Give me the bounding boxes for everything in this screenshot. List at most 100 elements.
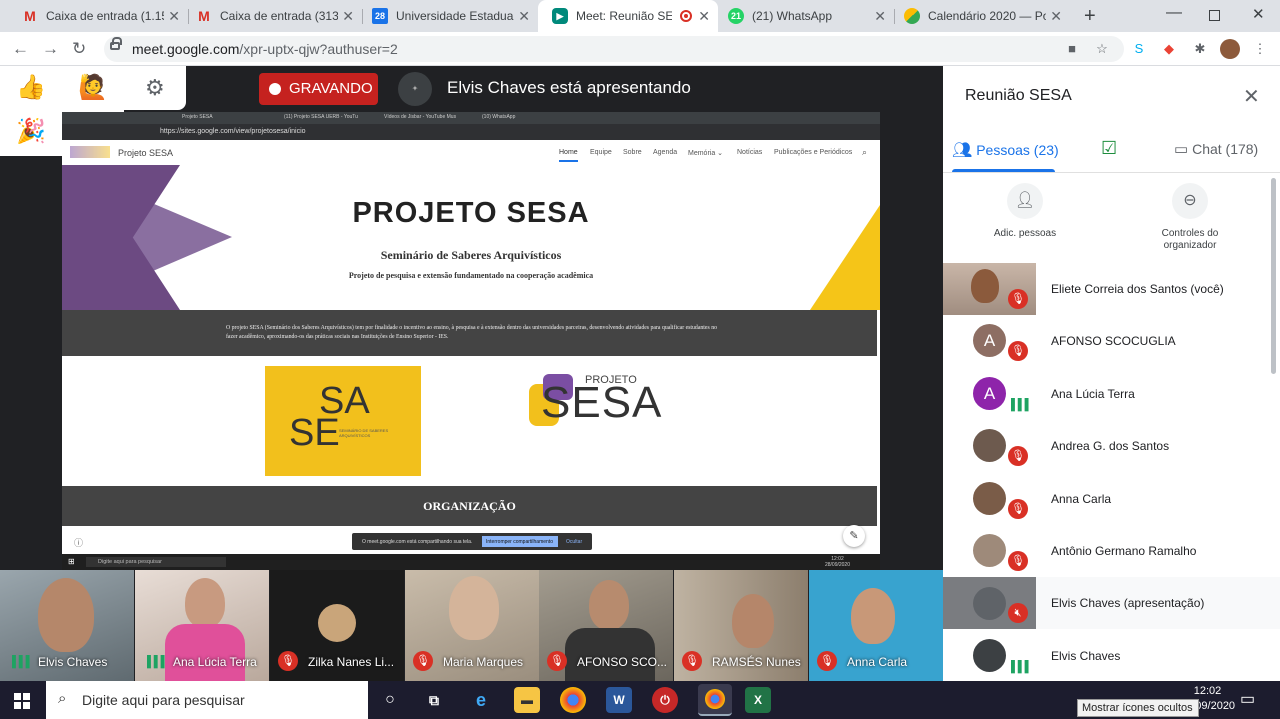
shared-windows-icon: ⊞ bbox=[68, 557, 75, 566]
avatar: A bbox=[973, 377, 1006, 410]
tile-name: Maria Marques bbox=[443, 655, 524, 669]
participant-row[interactable]: 🔇︎ Elvis Chaves (apresentação) bbox=[943, 577, 1280, 629]
sesa-logo-project: PROJETO SESA bbox=[527, 370, 667, 430]
logo-text-se: SE bbox=[289, 412, 340, 454]
raise-hand-reaction[interactable]: 🙋 bbox=[78, 74, 108, 102]
file-explorer-icon[interactable]: ▬ bbox=[514, 687, 540, 713]
edge-icon[interactable]: e bbox=[468, 687, 494, 713]
participant-row[interactable]: A ▌▌▌ Ana Lúcia Terra bbox=[943, 368, 1280, 420]
close-tab-icon[interactable]: ✕ bbox=[518, 8, 530, 25]
party-popper-reaction[interactable]: 🎉 bbox=[16, 118, 46, 146]
profile-avatar[interactable] bbox=[1220, 39, 1240, 59]
video-tile[interactable]: ▌▌▌ Ana Lúcia Terra bbox=[135, 570, 269, 681]
close-tab-icon[interactable]: ✕ bbox=[698, 8, 710, 25]
tab-whatsapp[interactable]: 21 (21) WhatsApp ✕ bbox=[714, 0, 894, 32]
chat-icon: ▭ bbox=[1174, 141, 1189, 158]
video-tile[interactable]: 🎙︎ Zilka Nanes Li... bbox=[270, 570, 404, 681]
activities-checkbox-icon[interactable]: ☑ bbox=[1101, 138, 1117, 159]
word-icon[interactable]: W bbox=[606, 687, 632, 713]
site-nav-publicacoes: Publicações e Periódicos bbox=[774, 149, 853, 156]
shared-browser-tabs: Projeto SESA (11) Projeto SESA UERB - Yo… bbox=[62, 112, 880, 124]
taskbar-search[interactable]: ⌕ Digite aqui para pesquisar bbox=[46, 681, 368, 719]
video-tile[interactable]: ▌▌▌ Elvis Chaves bbox=[0, 570, 134, 681]
tooltip: Mostrar ícones ocultos bbox=[1077, 699, 1199, 717]
close-tab-icon[interactable]: ✕ bbox=[1050, 8, 1062, 25]
host-controls-icon[interactable]: ⊖ bbox=[1172, 183, 1208, 219]
menu-dots-icon[interactable]: ⋮ bbox=[1252, 41, 1268, 57]
tab-calendar[interactable]: Calendário 2020 — Port ✕ bbox=[890, 0, 1070, 32]
tab-gmail-1[interactable]: M Caixa de entrada (1.155) ✕ bbox=[8, 0, 188, 32]
tab-people[interactable]: 👥︎ Pessoas (23) bbox=[952, 140, 1059, 160]
close-panel-icon[interactable]: ✕ bbox=[1243, 84, 1260, 109]
maximize-button[interactable] bbox=[1209, 10, 1220, 21]
gmail-icon: M bbox=[24, 8, 36, 24]
thumbs-up-reaction[interactable]: 👍 bbox=[16, 74, 46, 102]
close-window-button[interactable]: ✕ bbox=[1252, 5, 1265, 23]
participant-row[interactable]: A 🎙︎ AFONSO SCOCUGLIA bbox=[943, 315, 1280, 367]
site-search-icon: ⌕ bbox=[862, 147, 868, 157]
video-tile[interactable]: 🎙︎ RAMSÉS Nunes bbox=[674, 570, 808, 681]
recording-indicator-icon bbox=[680, 10, 692, 22]
camera-icon[interactable]: ■ bbox=[1064, 41, 1080, 57]
reload-icon[interactable]: ↻ bbox=[72, 39, 86, 59]
puzzle-icon[interactable]: ✱ bbox=[1192, 41, 1208, 57]
skype-icon[interactable]: S bbox=[1131, 41, 1147, 57]
avatar: A bbox=[973, 324, 1006, 357]
site-nav-equipe: Equipe bbox=[590, 149, 612, 156]
video-tile[interactable]: 🎙︎ Anna Carla bbox=[809, 570, 943, 681]
notifications-icon[interactable]: ▭ bbox=[1240, 689, 1255, 709]
lock-icon[interactable] bbox=[110, 37, 122, 50]
avatar bbox=[973, 429, 1006, 462]
close-tab-icon[interactable]: ✕ bbox=[874, 8, 886, 25]
power-app-icon[interactable]: ⏻ bbox=[652, 687, 678, 713]
chrome-active-icon[interactable] bbox=[698, 684, 732, 716]
participant-row[interactable]: 🎙︎ Anna Carla bbox=[943, 473, 1280, 525]
tab-meet[interactable]: ▶ Meet: Reunião SESA ✕ bbox=[538, 0, 718, 32]
tab-university[interactable]: 28 Universidade Estadual d ✕ bbox=[358, 0, 538, 32]
url-bar[interactable]: meet.google.com/xpr-uptx-qjw?authuser=2 bbox=[104, 36, 1124, 62]
site-brand: Projeto SESA bbox=[118, 148, 174, 158]
add-person-icon[interactable]: 👤︎ bbox=[1007, 183, 1043, 219]
panel-title: Reunião SESA bbox=[965, 87, 1072, 104]
cortana-icon[interactable]: ○ bbox=[377, 687, 403, 713]
tile-name: Ana Lúcia Terra bbox=[173, 655, 257, 669]
tab-gmail-2[interactable]: M Caixa de entrada (313) - ✕ bbox=[182, 0, 362, 32]
host-controls-label: Controles do organizador bbox=[1161, 228, 1219, 251]
participant-row[interactable]: 🎙︎ Andrea G. dos Santos bbox=[943, 420, 1280, 472]
excel-icon[interactable]: X bbox=[745, 687, 771, 713]
site-nav-noticias: Notícias bbox=[737, 149, 763, 156]
new-tab-button[interactable]: + bbox=[1084, 5, 1096, 28]
video-tile[interactable]: 🎙︎ Maria Marques bbox=[405, 570, 539, 681]
extension-icon[interactable]: ◆ bbox=[1161, 41, 1177, 57]
share-stop-button: Interromper compartilhamento bbox=[482, 536, 558, 547]
recording-badge[interactable]: GRAVANDO bbox=[259, 73, 378, 105]
close-tab-icon[interactable]: ✕ bbox=[168, 8, 180, 25]
close-tab-icon[interactable]: ✕ bbox=[342, 8, 354, 25]
tab-chat[interactable]: ▭ Chat (178) bbox=[1174, 140, 1258, 158]
windows-start-icon[interactable] bbox=[14, 693, 30, 709]
tab-title: Caixa de entrada (313) - bbox=[220, 9, 338, 23]
shared-clock: 12:02 28/09/2020 bbox=[824, 556, 850, 568]
site-logo bbox=[70, 146, 110, 158]
task-view-icon[interactable]: ⧉ bbox=[421, 687, 447, 713]
shared-screen: Projeto SESA (11) Projeto SESA UERB - Yo… bbox=[62, 112, 880, 570]
speaker-off-icon: 🔇︎ bbox=[1008, 603, 1028, 623]
chrome-icon[interactable] bbox=[560, 687, 586, 713]
shared-tab: Projeto SESA bbox=[182, 114, 213, 120]
edit-pencil-icon[interactable]: ✎ bbox=[843, 525, 865, 547]
participant-row[interactable]: 🎙︎ Antônio Germano Ramalho bbox=[943, 525, 1280, 577]
participant-row[interactable]: ▌▌▌ Elvis Chaves bbox=[943, 630, 1280, 682]
back-icon[interactable]: ← bbox=[12, 39, 29, 59]
share-message: O meet.google.com está compartilhando su… bbox=[362, 539, 473, 545]
video-strip: ▌▌▌ Elvis Chaves ▌▌▌ Ana Lúcia Terra 🎙︎ … bbox=[0, 570, 943, 681]
mic-off-icon: 🎙︎ bbox=[1008, 446, 1028, 466]
bookmark-star-icon[interactable]: ☆ bbox=[1094, 41, 1110, 57]
panel-scrollbar[interactable] bbox=[1271, 178, 1276, 374]
settings-gear-icon[interactable]: ⚙ bbox=[145, 74, 165, 102]
forward-icon[interactable]: → bbox=[42, 39, 59, 59]
minimize-button[interactable]: — bbox=[1166, 4, 1182, 22]
shared-taskbar: ⊞ Digite aqui para pesquisar 12:02 28/09/… bbox=[62, 554, 880, 570]
participant-row[interactable]: 🎙︎ Eliete Correia dos Santos (você) bbox=[943, 263, 1280, 315]
video-tile[interactable]: 🎙︎ AFONSO SCO... bbox=[539, 570, 673, 681]
tile-name: Zilka Nanes Li... bbox=[308, 655, 395, 669]
